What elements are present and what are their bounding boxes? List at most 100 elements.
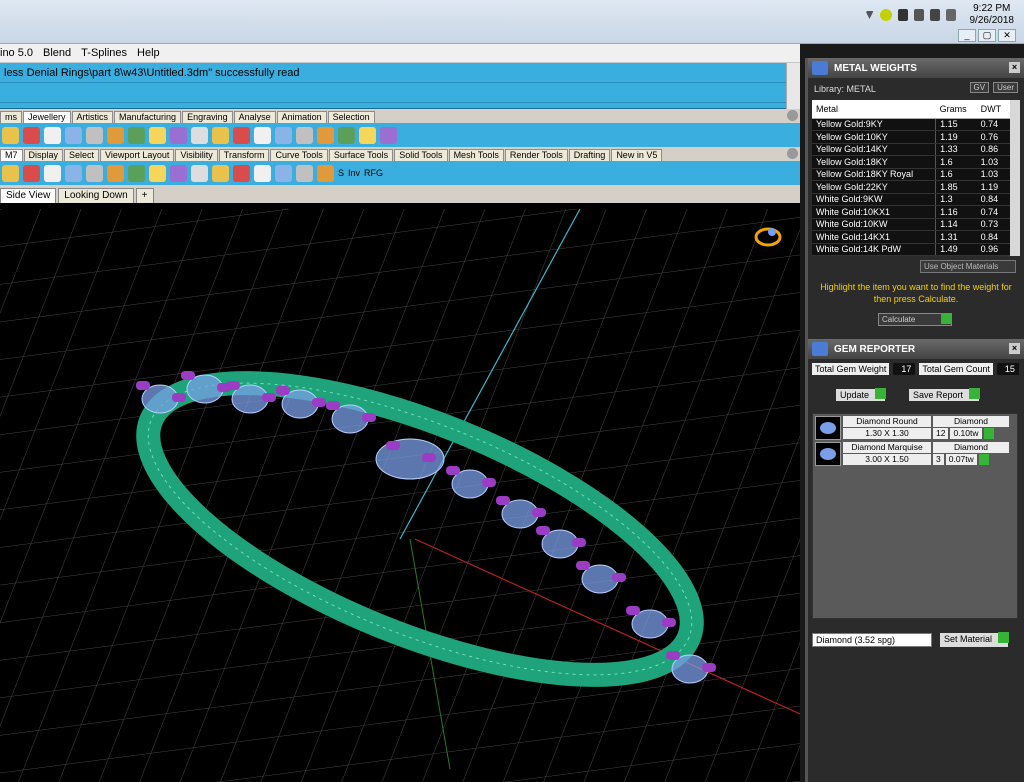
tab-manufacturing[interactable]: Manufacturing xyxy=(114,111,182,123)
toolbar-text-rfg[interactable]: RFG xyxy=(364,168,383,178)
add-viewport-tab[interactable]: + xyxy=(135,188,154,203)
go-arrow-icon[interactable] xyxy=(983,428,994,439)
tab-m7[interactable]: M7 xyxy=(0,149,23,161)
use-object-materials-button[interactable]: Use Object Materials xyxy=(920,260,1016,273)
main-tool-icon[interactable] xyxy=(296,164,313,182)
table-row[interactable]: Yellow Gold:9KY 1.15 0.74 xyxy=(812,118,1010,131)
jewellery-tool-icon[interactable] xyxy=(44,126,61,144)
save-report-button[interactable]: Save Report xyxy=(909,388,981,401)
monitor-icon[interactable] xyxy=(913,9,924,21)
tab-jewellery[interactable]: Jewellery xyxy=(23,111,71,123)
menu-help[interactable]: Help xyxy=(137,47,160,59)
update-button[interactable]: Update xyxy=(836,388,887,401)
network-icon[interactable] xyxy=(945,9,956,21)
tab-selection[interactable]: Selection xyxy=(327,111,375,123)
col-grams[interactable]: Grams xyxy=(935,100,977,119)
table-row[interactable]: White Gold:9KW 1.3 0.84 xyxy=(812,193,1010,206)
main-tool-icon[interactable] xyxy=(128,164,145,182)
command-scrollbar[interactable] xyxy=(786,63,800,109)
gv-button[interactable]: GV xyxy=(969,82,990,93)
main-tool-icon[interactable] xyxy=(86,164,103,182)
tab-curve-tools[interactable]: Curve Tools xyxy=(270,149,328,161)
gear-icon[interactable] xyxy=(787,110,798,121)
tab-drafting[interactable]: Drafting xyxy=(568,149,611,161)
set-material-button[interactable]: Set Material xyxy=(940,632,1010,647)
tab-solid-tools[interactable]: Solid Tools xyxy=(394,149,448,161)
menu-tsplines[interactable]: T-Splines xyxy=(81,47,127,59)
tab-display[interactable]: Display xyxy=(23,149,64,161)
tab-side-view[interactable]: Side View xyxy=(0,188,57,203)
command-line-2[interactable] xyxy=(0,83,800,103)
jewellery-tool-icon[interactable] xyxy=(338,126,355,144)
col-dwt[interactable]: DWT xyxy=(976,100,1010,119)
tab-looking-down[interactable]: Looking Down xyxy=(58,188,134,203)
jewellery-tool-icon[interactable] xyxy=(296,126,313,144)
material-select[interactable]: Diamond (3.52 spg) xyxy=(812,633,932,647)
table-row[interactable]: Yellow Gold:22KY 1.85 1.19 xyxy=(812,180,1010,194)
tab-select[interactable]: Select xyxy=(64,149,100,161)
jewellery-tool-icon[interactable] xyxy=(170,126,187,144)
gem-list-item[interactable]: Diamond Marquise 3.00 X 1.50 Diamond 3 0.07t… xyxy=(815,442,1015,466)
jewellery-tool-icon[interactable] xyxy=(233,126,250,144)
viewport-canvas[interactable] xyxy=(0,209,800,782)
tab-render-tools[interactable]: Render Tools xyxy=(504,149,568,161)
restore-icon[interactable]: ▢ xyxy=(978,29,996,42)
main-tool-icon[interactable] xyxy=(149,164,166,182)
tab-engraving[interactable]: Engraving xyxy=(182,111,233,123)
clock[interactable]: 9:22 PM 9/26/2018 xyxy=(970,3,1015,27)
calculate-button[interactable]: Calculate xyxy=(878,313,952,326)
close-icon[interactable]: × xyxy=(1009,62,1020,73)
tab-analyse[interactable]: Analyse xyxy=(233,111,276,123)
main-tool-icon[interactable] xyxy=(317,164,334,182)
close-icon[interactable]: ✕ xyxy=(998,29,1016,42)
main-tool-icon[interactable] xyxy=(233,164,250,182)
table-row[interactable]: White Gold:10KW 1.14 0.73 xyxy=(812,218,1010,231)
main-tool-icon[interactable] xyxy=(212,164,229,182)
table-scrollbar[interactable] xyxy=(1010,100,1020,256)
jewellery-tool-icon[interactable] xyxy=(254,126,271,144)
main-tool-icon[interactable] xyxy=(23,164,40,182)
main-tool-icon[interactable] xyxy=(65,164,82,182)
jewellery-tool-icon[interactable] xyxy=(65,126,82,144)
jewellery-tool-icon[interactable] xyxy=(275,126,292,144)
menu-blend[interactable]: Blend xyxy=(43,47,71,59)
table-row[interactable]: Yellow Gold:14KY 1.33 0.86 xyxy=(812,143,1010,156)
tab-transform[interactable]: Transform xyxy=(218,149,270,161)
tab-artistics[interactable]: Artistics xyxy=(71,111,114,123)
table-row[interactable]: White Gold:14K PdW 1.49 0.96 xyxy=(812,243,1010,256)
volume-icon[interactable] xyxy=(929,9,940,21)
tray-arrow-icon[interactable] xyxy=(865,11,874,19)
jewellery-tool-icon[interactable] xyxy=(23,126,40,144)
table-row[interactable]: White Gold:14KX1 1.31 0.84 xyxy=(812,230,1010,244)
command-history[interactable]: less Denial Rings\part 8\w43\Untitled.3d… xyxy=(0,63,800,109)
jewellery-tool-icon[interactable] xyxy=(128,126,145,144)
jewellery-tool-icon[interactable] xyxy=(359,126,376,144)
table-row[interactable]: Yellow Gold:18KY Royal 1.6 1.03 xyxy=(812,168,1010,181)
jewellery-tool-icon[interactable] xyxy=(2,126,19,144)
jewellery-tool-icon[interactable] xyxy=(86,126,103,144)
user-button[interactable]: User xyxy=(993,82,1018,93)
gear-icon[interactable] xyxy=(787,148,798,159)
tab-new-in-v5[interactable]: New in V5 xyxy=(611,149,663,161)
main-tool-icon[interactable] xyxy=(275,164,292,182)
security-icon[interactable] xyxy=(879,9,892,21)
jewellery-tool-icon[interactable] xyxy=(212,126,229,144)
go-arrow-icon[interactable] xyxy=(978,454,989,465)
jewellery-tool-icon[interactable] xyxy=(149,126,166,144)
main-tool-icon[interactable] xyxy=(254,164,271,182)
main-tool-icon[interactable] xyxy=(191,164,208,182)
tab-visibility[interactable]: Visibility xyxy=(175,149,218,161)
toolbar-text-s[interactable]: S xyxy=(338,168,344,178)
jewellery-tool-icon[interactable] xyxy=(107,126,124,144)
main-tool-icon[interactable] xyxy=(2,164,19,182)
tab-ms[interactable]: ms xyxy=(0,111,22,123)
minimize-icon[interactable]: _ xyxy=(958,29,976,42)
viewport-3d[interactable] xyxy=(0,209,800,782)
main-tool-icon[interactable] xyxy=(44,164,61,182)
jewellery-tool-icon[interactable] xyxy=(317,126,334,144)
tab-animation[interactable]: Animation xyxy=(276,111,327,123)
table-row[interactable]: Yellow Gold:10KY 1.19 0.76 xyxy=(812,130,1010,144)
toolbar-text-inv[interactable]: Inv xyxy=(348,168,360,178)
jewellery-tool-icon[interactable] xyxy=(380,126,397,144)
table-row[interactable]: Yellow Gold:18KY 1.6 1.03 xyxy=(812,155,1010,169)
